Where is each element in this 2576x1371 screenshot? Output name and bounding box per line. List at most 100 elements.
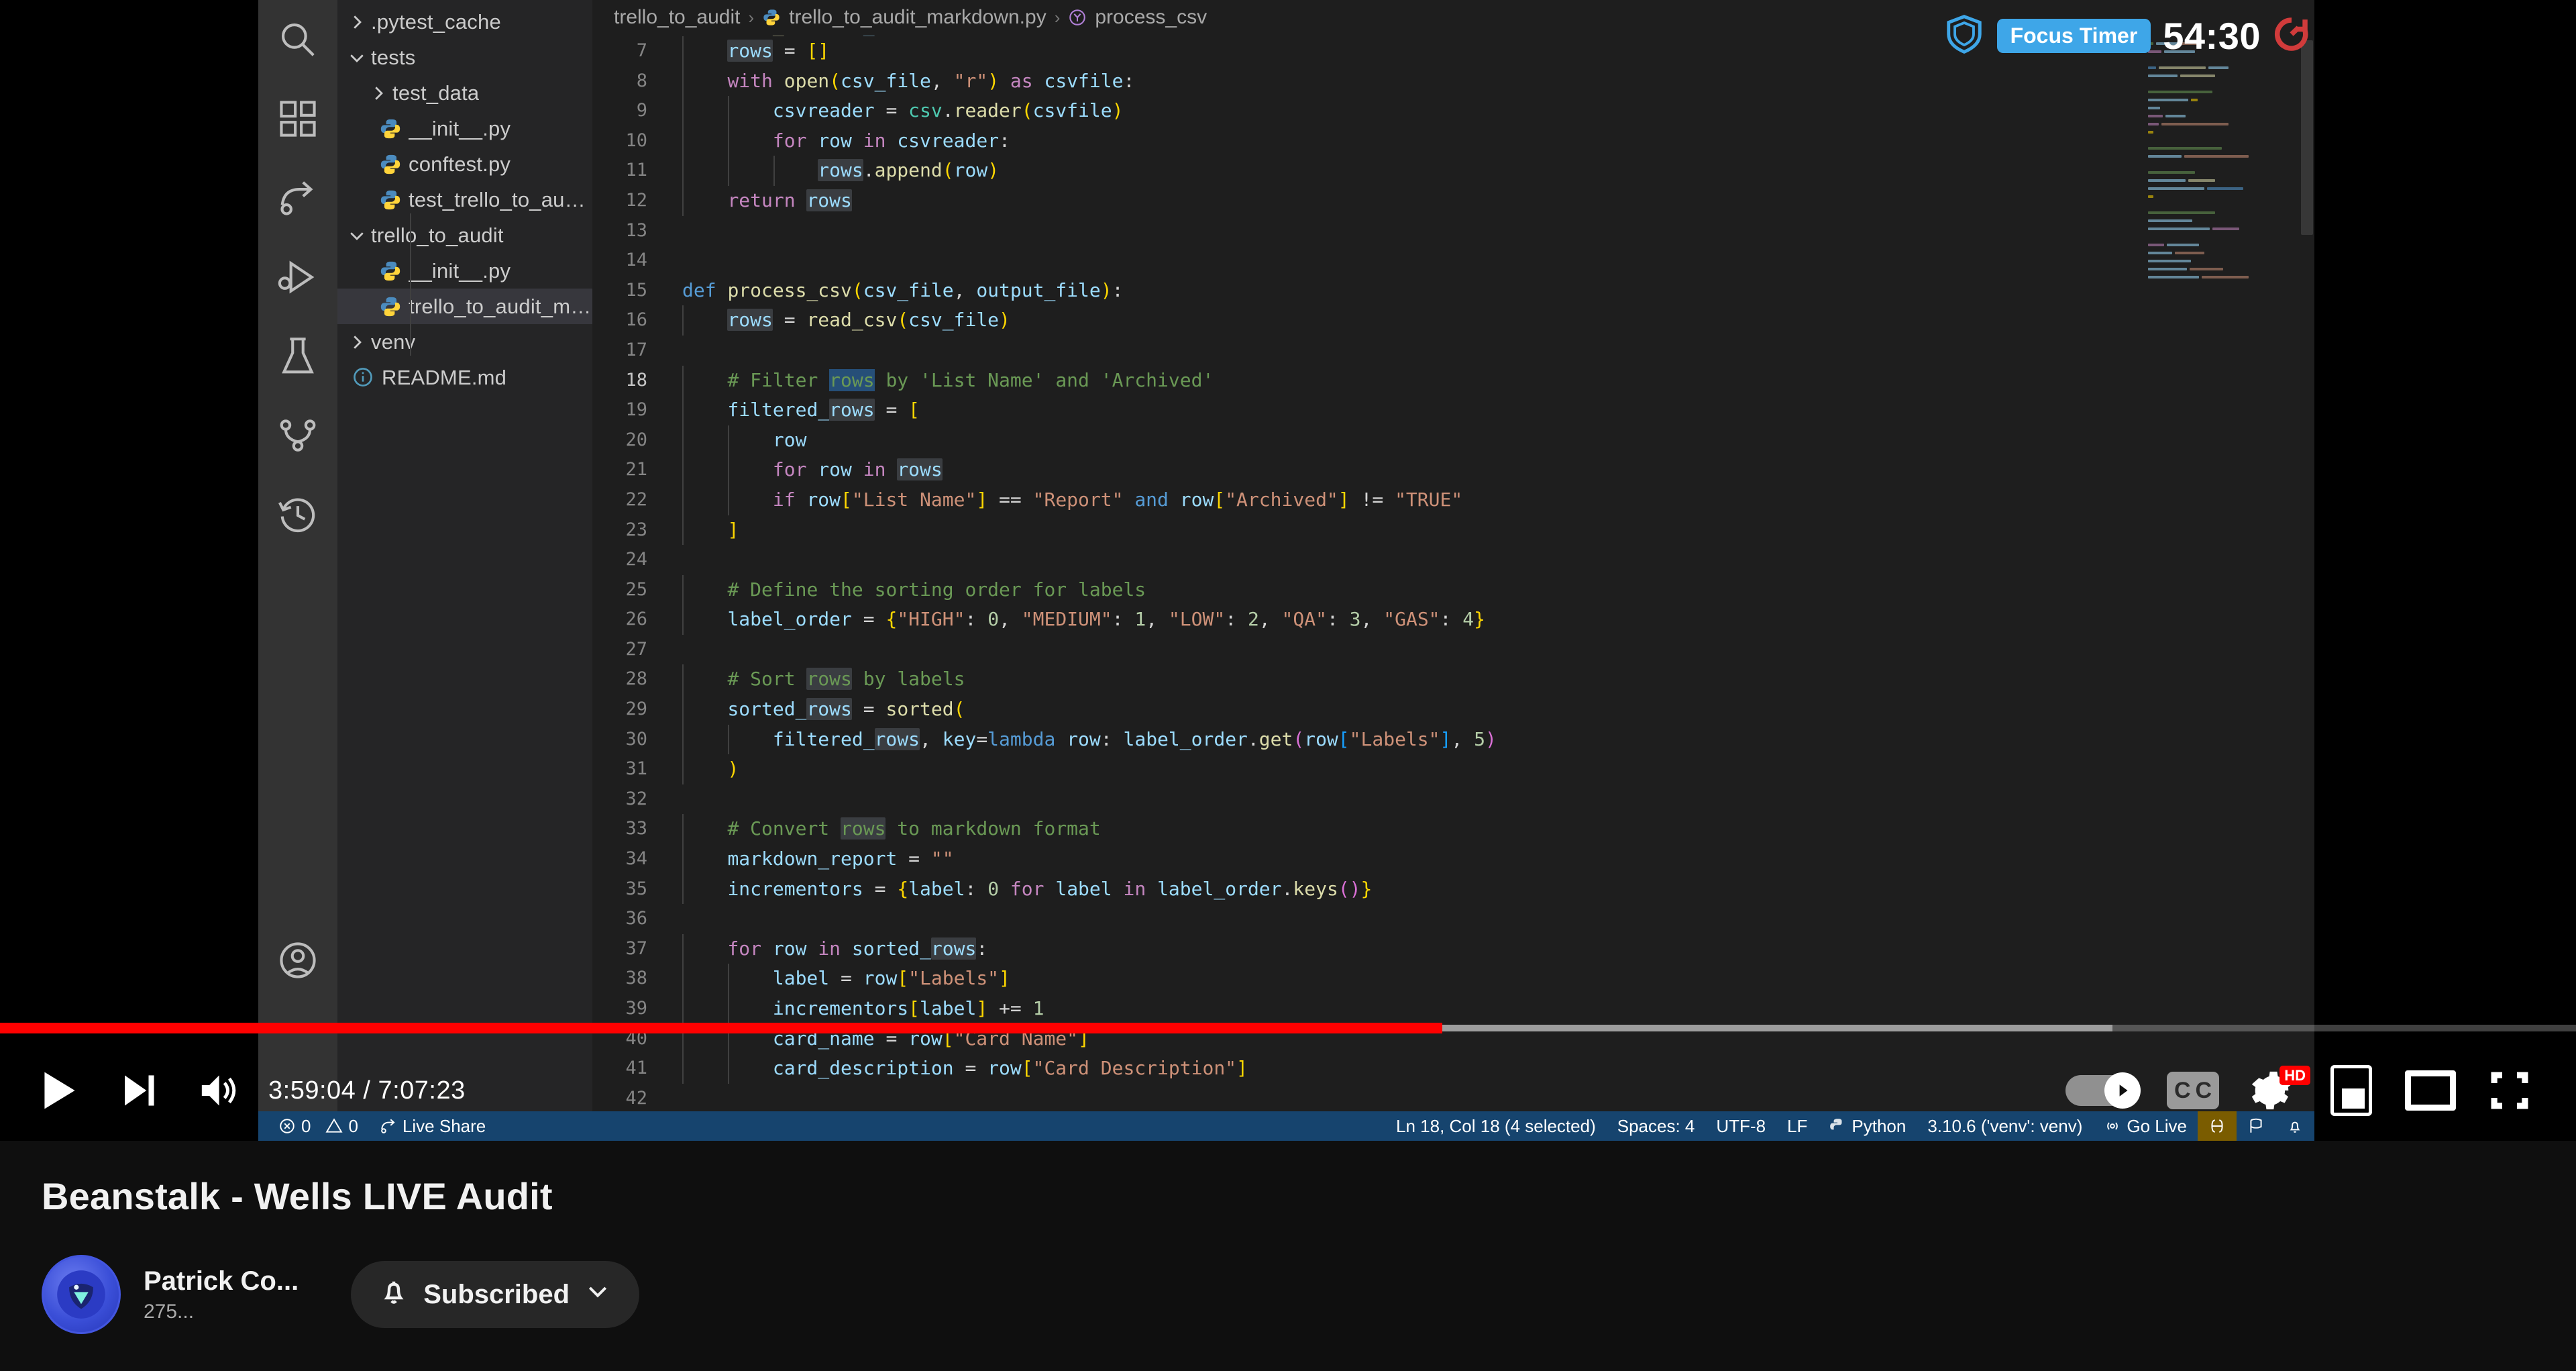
code-line: 27 [592, 635, 2314, 665]
autoplay-knob [2104, 1072, 2141, 1109]
code-line: 19 filtered_rows = [ [592, 395, 2314, 425]
account-icon[interactable] [258, 921, 337, 1000]
tree-item-trello-to-audit-folder[interactable]: trello_to_audit [337, 217, 592, 253]
settings-button[interactable]: HD [2233, 1051, 2312, 1130]
line-number: 39 [625, 998, 647, 1019]
python-file-icon [379, 117, 402, 140]
line-number: 9 [636, 100, 647, 121]
tree-item-conftest-py[interactable]: conftest.py [337, 146, 592, 182]
tree-item-trello-to-audit-markdown-py[interactable]: trello_to_audit_markdow... [337, 289, 592, 324]
code-line: 10 for row in csvreader: [592, 125, 2314, 156]
code-text: ] [662, 515, 739, 546]
editor-minimap[interactable] [2148, 40, 2289, 282]
code-text: incrementors[label] += 1 [662, 994, 1044, 1024]
timer-reset-icon[interactable] [2273, 15, 2310, 56]
bell-icon [379, 1276, 409, 1313]
code-line: 25 # Define the sorting order for labels [592, 574, 2314, 605]
run-and-debug-icon[interactable] [258, 238, 337, 317]
line-number: 30 [625, 728, 647, 750]
code-line: 8 with open(csv_file, "r") as csvfile: [592, 66, 2314, 97]
tree-item-venv[interactable]: venv [337, 324, 592, 360]
search-icon[interactable] [258, 0, 337, 79]
play-button[interactable] [20, 1051, 99, 1130]
autoplay-track [2065, 1072, 2141, 1109]
source-control-icon[interactable] [258, 396, 337, 475]
hd-quality-badge: HD [2279, 1066, 2310, 1086]
player-controls-right[interactable]: CC HD [2053, 1051, 2576, 1130]
line-number: 15 [625, 279, 647, 301]
line-number: 31 [625, 758, 647, 780]
tree-item-pytest-cache[interactable]: .pytest_cache [337, 4, 592, 40]
code-line: 34 markdown_report = "" [592, 844, 2314, 874]
editor-vertical-scrollbar[interactable] [2301, 40, 2313, 235]
breadcrumb-file[interactable]: trello_to_audit_markdown.py [789, 6, 1046, 29]
python-file-icon [379, 260, 402, 283]
code-line: 14 [592, 246, 2314, 276]
subscriber-count: 275... [144, 1300, 195, 1323]
autoplay-toggle[interactable] [2053, 1051, 2153, 1130]
function-symbol-icon [1068, 8, 1087, 27]
code-text: def process_csv(csv_file, output_file): [682, 278, 1124, 301]
line-number: 19 [625, 399, 647, 421]
volume-button[interactable] [178, 1051, 258, 1130]
channel-name[interactable]: Patrick Co... [144, 1266, 299, 1297]
code-line: 16 rows = read_csv(csv_file) [592, 305, 2314, 336]
code-text: for row in sorted_rows: [662, 933, 987, 964]
tree-item-test-trello-to-audit-py[interactable]: test_trello_to_audit.py [337, 182, 592, 217]
breadcrumb-symbol[interactable]: process_csv [1095, 6, 1207, 29]
code-line: 29 sorted_rows = sorted( [592, 695, 2314, 725]
vscode-explorer-tree[interactable]: .pytest_cache tests test_data __init__.p… [337, 0, 592, 1141]
line-number: 11 [625, 160, 647, 181]
next-video-button[interactable] [99, 1051, 178, 1130]
video-player-surface[interactable]: .pytest_cache tests test_data __init__.p… [0, 0, 2576, 1141]
timeline-icon[interactable] [258, 475, 337, 554]
subtitles-button[interactable]: CC [2153, 1051, 2233, 1130]
cc-letter: C [2195, 1078, 2212, 1103]
tree-item-pkg-init-py[interactable]: __init__.py [337, 253, 592, 289]
tree-item-label: trello_to_audit [371, 223, 504, 247]
tree-item-tests[interactable]: tests [337, 40, 592, 75]
code-text: label_order = {"HIGH": 0, "MEDIUM": 1, "… [662, 605, 1485, 635]
theater-button[interactable] [2391, 1051, 2470, 1130]
code-text: label = row["Labels"] [662, 964, 1010, 994]
code-editor-content[interactable]: 6 def read_csv(csv_file: str) -> list[st… [592, 16, 2314, 1117]
code-text: return rows [662, 185, 852, 216]
subscribe-button[interactable]: Subscribed [351, 1261, 640, 1328]
code-text: csvreader = csv.reader(csvfile) [662, 96, 1123, 126]
video-progress-bar[interactable] [0, 1023, 2576, 1033]
live-share-icon[interactable] [258, 158, 337, 238]
line-number: 27 [625, 638, 647, 660]
chevron-down-icon[interactable] [347, 225, 367, 246]
chevron-right-icon[interactable] [347, 12, 367, 32]
testing-icon[interactable] [258, 317, 337, 396]
vscode-editor[interactable]: trello_to_audit › trello_to_audit_markdo… [592, 0, 2314, 1141]
line-number: 22 [625, 489, 647, 510]
tree-item-test-data[interactable]: test_data [337, 75, 592, 111]
avatar[interactable] [42, 1255, 121, 1334]
vscode-window: .pytest_cache tests test_data __init__.p… [258, 0, 2314, 1141]
tree-item-readme-md[interactable]: README.md [337, 360, 592, 395]
code-line: 11 rows.append(row) [592, 156, 2314, 186]
chevron-right-icon[interactable] [368, 83, 388, 103]
line-number: 35 [625, 878, 647, 899]
miniplayer-button[interactable] [2312, 1051, 2391, 1130]
player-controls-left[interactable]: 3:59:04 / 7:07:23 [0, 1051, 466, 1130]
page-title: Beanstalk - Wells LIVE Audit [42, 1175, 553, 1217]
line-number: 38 [625, 968, 647, 989]
line-number: 18 [625, 369, 647, 391]
code-text: filtered_rows, key=lambda row: label_ord… [662, 724, 1497, 755]
code-text: if row["List Name"] == "Report" and row[… [662, 485, 1462, 515]
breadcrumb-folder[interactable]: trello_to_audit [614, 6, 740, 29]
tree-item-tests-init-py[interactable]: __init__.py [337, 111, 592, 146]
player-controls[interactable]: 3:59:04 / 7:07:23 CC HD [0, 1040, 2576, 1141]
line-number: 24 [625, 549, 647, 570]
line-number: 37 [625, 937, 647, 959]
extensions-icon[interactable] [258, 79, 337, 158]
chevron-right-icon[interactable] [347, 332, 367, 352]
code-text: rows.append(row) [662, 156, 999, 186]
line-number: 36 [625, 908, 647, 929]
channel-logo-icon [57, 1270, 105, 1319]
fullscreen-button[interactable] [2470, 1051, 2549, 1130]
vscode-activity-bar[interactable] [258, 0, 337, 1141]
chevron-down-icon[interactable] [347, 48, 367, 68]
